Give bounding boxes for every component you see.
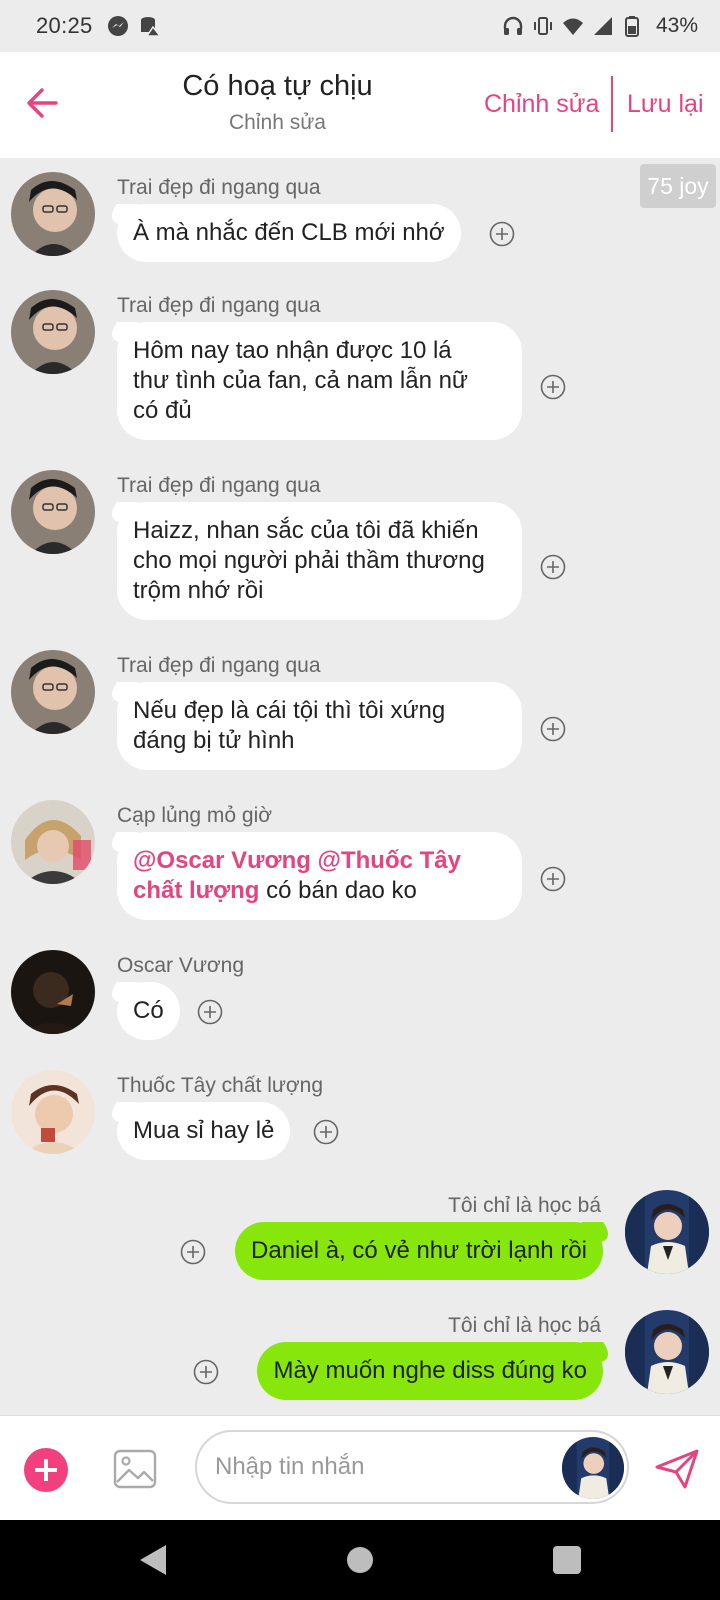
avatar[interactable]: [11, 800, 95, 884]
message-item: Thuốc Tây chất lượng Mua sỉ hay lẻ: [0, 1070, 720, 1170]
avatar[interactable]: [11, 470, 95, 554]
sender-name: Tôi chỉ là học bá: [448, 1194, 601, 1217]
composer-bar: [0, 1415, 720, 1520]
battery-percent: 43%: [655, 14, 698, 37]
sender-name: Cạp lủng mỏ giờ: [117, 804, 273, 827]
message-item: Trai đẹp đi ngang qua Haizz, nhan sắc củ…: [0, 470, 720, 630]
avatar[interactable]: [11, 1070, 95, 1154]
message-line: đáng bị tử hình: [133, 727, 295, 754]
message-line: À mà nhắc đến CLB mới nhớ: [133, 219, 445, 246]
message-bubble[interactable]: Haizz, nhan sắc của tôi đã khiến cho mọi…: [117, 502, 522, 620]
image-picker-icon[interactable]: [112, 1446, 158, 1492]
add-reaction-icon[interactable]: [540, 554, 566, 580]
messenger-icon: [107, 16, 128, 36]
message-item: Trai đẹp đi ngang qua Hôm nay tao nhận đ…: [0, 290, 720, 450]
page-title: Có hoạ tự chịu: [182, 70, 373, 102]
wifi-icon: [562, 18, 583, 35]
sender-name: Tôi chỉ là học bá: [448, 1314, 601, 1337]
add-reaction-icon[interactable]: [180, 1239, 206, 1265]
status-time: 20:25: [36, 13, 93, 38]
message-item-own: Tôi chỉ là học bá Daniel à, có vẻ như tr…: [0, 1190, 720, 1290]
message-line: @Oscar Vương @Thuốc Tây: [133, 846, 506, 876]
message-text: có bán dao ko: [259, 877, 417, 904]
battery-icon: [624, 16, 639, 37]
persona-avatar[interactable]: [562, 1437, 624, 1499]
sender-name: Trai đẹp đi ngang qua: [117, 654, 321, 677]
message-bubble[interactable]: À mà nhắc đến CLB mới nhớ: [117, 204, 461, 262]
database-alert-icon: [140, 17, 161, 37]
message-line: Có: [133, 997, 164, 1024]
message-bubble[interactable]: Mày muốn nghe diss đúng ko: [257, 1342, 603, 1400]
headphones-icon: [503, 16, 523, 35]
signal-icon: [593, 17, 612, 35]
vibrate-icon: [533, 17, 552, 35]
sender-name: Trai đẹp đi ngang qua: [117, 176, 321, 199]
chat-header: Có hoạ tự chịu Chỉnh sửa Chỉnh sửa Lưu l…: [0, 52, 720, 158]
avatar[interactable]: [625, 1190, 709, 1274]
avatar[interactable]: [625, 1310, 709, 1394]
message-bubble[interactable]: Có: [117, 982, 180, 1040]
avatar[interactable]: [11, 290, 95, 374]
mention-link[interactable]: @Oscar Vương @Thuốc Tây: [133, 847, 461, 874]
message-bubble[interactable]: Nếu đẹp là cái tội thì tôi xứng đáng bị …: [117, 682, 522, 770]
send-icon[interactable]: [654, 1448, 700, 1490]
message-line: Mày muốn nghe diss đúng ko: [273, 1357, 587, 1384]
message-item: Cạp lủng mỏ giờ @Oscar Vương @Thuốc Tây …: [0, 800, 720, 930]
page-subtitle: Chỉnh sửa: [229, 111, 326, 134]
message-line: Haizz, nhan sắc của tôi đã khiến: [133, 517, 479, 544]
message-line: Mua sỉ hay lẻ: [133, 1117, 275, 1144]
add-reaction-icon[interactable]: [540, 374, 566, 400]
message-line: trộm nhớ rồi: [133, 577, 264, 604]
message-line: Hôm nay tao nhận được 10 lá: [133, 337, 452, 364]
avatar[interactable]: [11, 950, 95, 1034]
add-reaction-icon[interactable]: [313, 1119, 339, 1145]
message-line: thư tình của fan, cả nam lẫn nữ: [133, 367, 468, 394]
add-reaction-icon[interactable]: [489, 221, 515, 247]
avatar[interactable]: [11, 650, 95, 734]
message-line: có đủ: [133, 397, 192, 424]
edit-button[interactable]: Chỉnh sửa: [484, 90, 599, 119]
message-list[interactable]: 75 joy Trai đẹp đi ngang qua À mà nhắc đ…: [0, 158, 720, 1415]
message-bubble[interactable]: Daniel à, có vẻ như trời lạnh rồi: [235, 1222, 603, 1280]
message-bubble[interactable]: Mua sỉ hay lẻ: [117, 1102, 291, 1160]
message-line: chất lượng có bán dao ko: [133, 876, 506, 906]
title-block: Có hoạ tự chịu Chỉnh sửa: [140, 70, 415, 135]
message-line: Nếu đẹp là cái tội thì tôi xứng: [133, 697, 446, 724]
add-attachment-button[interactable]: [24, 1448, 68, 1492]
add-reaction-icon[interactable]: [540, 716, 566, 742]
sender-name: Oscar Vương: [117, 954, 245, 977]
nav-back-icon[interactable]: [138, 1543, 168, 1577]
message-input[interactable]: [215, 1432, 545, 1502]
system-nav-bar: [0, 1520, 720, 1600]
sender-name: Trai đẹp đi ngang qua: [117, 294, 321, 317]
message-bubble[interactable]: Hôm nay tao nhận được 10 lá thư tình của…: [117, 322, 522, 440]
nav-home-icon[interactable]: [347, 1547, 373, 1573]
add-reaction-icon[interactable]: [540, 866, 566, 892]
message-bubble[interactable]: @Oscar Vương @Thuốc Tây chất lượng có bá…: [117, 832, 522, 920]
sender-name: Thuốc Tây chất lượng: [117, 1074, 324, 1097]
save-button[interactable]: Lưu lại: [627, 90, 704, 119]
header-divider: [611, 76, 613, 132]
message-item: Trai đẹp đi ngang qua Nếu đẹp là cái tội…: [0, 650, 720, 780]
message-item: Trai đẹp đi ngang qua À mà nhắc đến CLB …: [0, 172, 720, 272]
message-line: cho mọi người phải thầm thương: [133, 547, 485, 574]
message-item: Oscar Vương Có: [0, 950, 720, 1050]
mention-link[interactable]: chất lượng: [133, 877, 259, 904]
message-line: Daniel à, có vẻ như trời lạnh rồi: [251, 1237, 587, 1264]
status-bar: 20:25 43%: [0, 0, 720, 52]
add-reaction-icon[interactable]: [193, 1359, 219, 1385]
back-arrow-icon[interactable]: [22, 82, 64, 124]
sender-name: Trai đẹp đi ngang qua: [117, 474, 321, 497]
avatar[interactable]: [11, 172, 95, 256]
add-reaction-icon[interactable]: [197, 999, 223, 1025]
nav-recents-icon[interactable]: [553, 1546, 581, 1574]
message-item-own: Tôi chỉ là học bá Mày muốn nghe diss đún…: [0, 1310, 720, 1410]
message-input-box[interactable]: [195, 1430, 629, 1504]
